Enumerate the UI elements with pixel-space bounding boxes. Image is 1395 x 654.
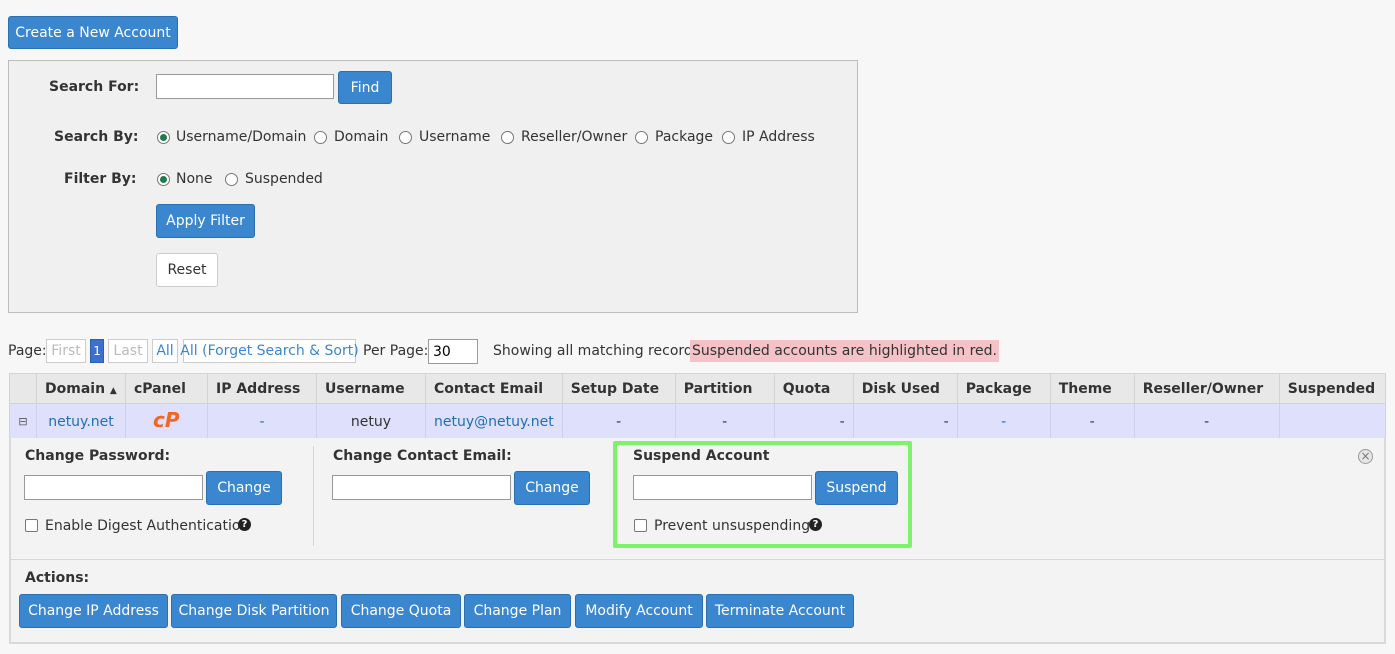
option-package: Package bbox=[655, 129, 714, 145]
suspend-button[interactable]: Suspend bbox=[815, 471, 898, 505]
showing-text: Showing all matching records. bbox=[493, 343, 705, 359]
svg-text:cP: cP bbox=[153, 409, 180, 431]
email-link[interactable]: netuy@netuy.net bbox=[425, 403, 563, 440]
column-divider bbox=[313, 446, 314, 546]
change-email-label: Change Contact Email: bbox=[333, 448, 512, 464]
close-icon[interactable]: × bbox=[1358, 449, 1373, 464]
per-page-label: Per Page: bbox=[363, 343, 429, 359]
pager-all-forget[interactable]: All (Forget Search & Sort) bbox=[180, 339, 359, 363]
change-quota-button[interactable]: Change Quota bbox=[341, 594, 461, 628]
change-ip-button[interactable]: Change IP Address bbox=[19, 594, 168, 628]
header-quota[interactable]: Quota bbox=[773, 373, 854, 404]
digest-help-icon[interactable]: ? bbox=[238, 518, 251, 531]
radio-username-domain[interactable] bbox=[157, 131, 170, 144]
option-username: Username bbox=[419, 129, 491, 145]
header-setup-date[interactable]: Setup Date bbox=[561, 373, 676, 404]
prevent-help-icon[interactable]: ? bbox=[809, 518, 822, 531]
package-cell[interactable]: - bbox=[956, 403, 1051, 440]
suspended-cell bbox=[1278, 403, 1387, 440]
page-label: Page: bbox=[8, 343, 47, 359]
pager-current-page[interactable]: 1 bbox=[90, 339, 104, 363]
prevent-unsuspending-label: Prevent unsuspending bbox=[654, 518, 811, 534]
header-package[interactable]: Package bbox=[956, 373, 1051, 404]
pager-all[interactable]: All bbox=[152, 339, 178, 363]
setup-date-cell: - bbox=[561, 403, 676, 440]
create-account-button[interactable]: Create a New Account bbox=[8, 16, 178, 49]
header-username[interactable]: Username bbox=[316, 373, 426, 404]
radio-filter-suspended[interactable] bbox=[225, 173, 238, 186]
header-domain[interactable]: Domain ▲ bbox=[36, 373, 126, 404]
option-ip-address: IP Address bbox=[742, 129, 815, 145]
radio-username[interactable] bbox=[399, 131, 412, 144]
table-header-row: Domain ▲ cPanel IP Address Username Cont… bbox=[9, 373, 1387, 404]
radio-domain[interactable] bbox=[314, 131, 327, 144]
actions-label: Actions: bbox=[25, 570, 90, 586]
prevent-unsuspending-checkbox[interactable] bbox=[634, 519, 647, 532]
radio-ip-address[interactable] bbox=[722, 131, 735, 144]
details-divider bbox=[11, 559, 1384, 560]
pager-first[interactable]: First bbox=[46, 339, 86, 363]
modify-account-button[interactable]: Modify Account bbox=[575, 594, 703, 628]
change-password-button[interactable]: Change bbox=[206, 471, 282, 505]
header-cpanel[interactable]: cPanel bbox=[125, 373, 208, 404]
quota-cell: - bbox=[773, 403, 854, 440]
search-input[interactable] bbox=[156, 74, 334, 99]
digest-auth-label: Enable Digest Authentication bbox=[45, 518, 250, 534]
domain-link[interactable]: netuy.net bbox=[36, 403, 126, 440]
terminate-account-button[interactable]: Terminate Account bbox=[706, 594, 854, 628]
sort-asc-icon: ▲ bbox=[109, 385, 117, 396]
find-button[interactable]: Find bbox=[338, 71, 392, 104]
new-password-input[interactable] bbox=[24, 475, 203, 500]
pager-last[interactable]: Last bbox=[108, 339, 148, 363]
reset-button[interactable]: Reset bbox=[156, 253, 218, 287]
disk-used-cell: - bbox=[852, 403, 958, 440]
radio-package[interactable] bbox=[635, 131, 648, 144]
suspended-note: Suspended accounts are highlighted in re… bbox=[690, 340, 999, 362]
digest-auth-checkbox[interactable] bbox=[25, 519, 38, 532]
username-cell: netuy bbox=[316, 403, 426, 440]
suspend-reason-input[interactable] bbox=[633, 475, 812, 500]
table-row: ⊟ netuy.net cP - netuy netuy@netuy.net -… bbox=[9, 403, 1387, 440]
radio-filter-none[interactable] bbox=[157, 173, 170, 186]
cpanel-logo-icon[interactable]: cP bbox=[151, 408, 183, 432]
ip-cell[interactable]: - bbox=[207, 403, 317, 440]
change-disk-partition-button[interactable]: Change Disk Partition bbox=[171, 594, 337, 628]
search-by-label: Search By: bbox=[54, 129, 139, 145]
option-domain: Domain bbox=[334, 129, 389, 145]
header-suspended[interactable]: Suspended bbox=[1278, 373, 1387, 404]
header-partition[interactable]: Partition bbox=[674, 373, 775, 404]
apply-filter-button[interactable]: Apply Filter bbox=[156, 204, 255, 238]
header-theme[interactable]: Theme bbox=[1049, 373, 1135, 404]
header-expander bbox=[9, 373, 37, 404]
per-page-input[interactable] bbox=[428, 339, 478, 364]
change-password-label: Change Password: bbox=[25, 448, 171, 464]
filter-option-suspended: Suspended bbox=[245, 171, 323, 187]
change-plan-button[interactable]: Change Plan bbox=[464, 594, 571, 628]
partition-cell: - bbox=[674, 403, 775, 440]
filter-option-none: None bbox=[176, 171, 213, 187]
cpanel-cell[interactable]: cP bbox=[125, 403, 208, 440]
header-ip-address[interactable]: IP Address bbox=[207, 373, 317, 404]
change-email-button[interactable]: Change bbox=[514, 471, 590, 505]
filter-by-label: Filter By: bbox=[64, 171, 137, 187]
header-reseller-owner[interactable]: Reseller/Owner bbox=[1133, 373, 1280, 404]
header-contact-email[interactable]: Contact Email bbox=[425, 373, 563, 404]
option-username-domain: Username/Domain bbox=[176, 129, 307, 145]
reseller-cell: - bbox=[1133, 403, 1280, 440]
option-reseller-owner: Reseller/Owner bbox=[521, 129, 628, 145]
search-for-label: Search For: bbox=[49, 79, 140, 95]
accounts-table: Domain ▲ cPanel IP Address Username Cont… bbox=[9, 373, 1387, 440]
row-collapse-toggle[interactable]: ⊟ bbox=[9, 403, 37, 440]
header-disk-used[interactable]: Disk Used bbox=[852, 373, 958, 404]
contact-email-input[interactable] bbox=[332, 475, 511, 500]
radio-reseller-owner[interactable] bbox=[501, 131, 514, 144]
suspend-account-label: Suspend Account bbox=[633, 448, 770, 464]
theme-cell: - bbox=[1049, 403, 1135, 440]
